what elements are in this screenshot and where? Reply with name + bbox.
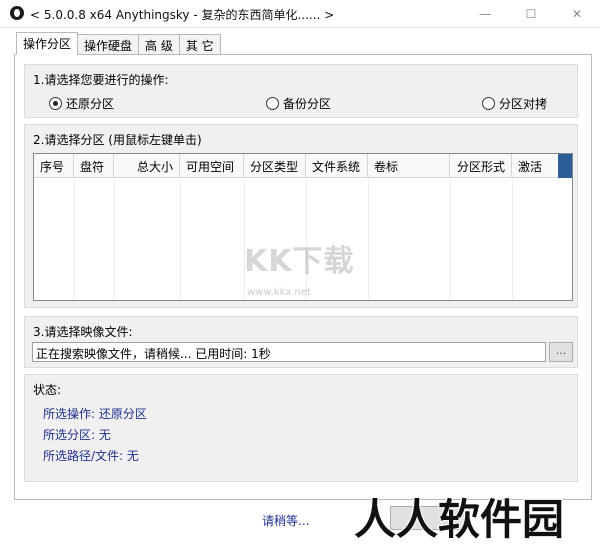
close-button[interactable]: ✕ [554,0,600,28]
kk-watermark: KK下载 [244,244,355,279]
status-label: 状态: [33,383,62,397]
progress-status: 请稍等... [262,514,310,528]
minimize-button[interactable]: — [462,0,508,28]
grid-line [368,178,369,300]
partition-group: 2.请选择分区 (用鼠标左键单击) 序号 盘符 总大小 可用空间 分区类型 文件… [24,124,578,308]
col-fs[interactable]: 文件系统 [306,154,368,177]
operation-label: 1.请选择您要进行的操作: [33,73,169,87]
tab-disk-ops[interactable]: 操作硬盘 [77,34,140,55]
renren-watermark: 人人软件园 [353,494,565,545]
kk-watermark-url: www.kkx.net [247,287,311,298]
grid-line [180,178,181,300]
col-type[interactable]: 分区类型 [244,154,306,177]
title-bar: < 5.0.0.8 x64 Anythingsky - 复杂的东西简单化....… [0,0,600,28]
radio-backup-dot[interactable] [266,97,279,110]
browse-button[interactable]: ... [549,342,573,362]
col-free[interactable]: 可用空间 [180,154,244,177]
grid-line [114,178,115,300]
image-path-input[interactable]: 正在搜索映像文件，请稍候... 已用时间: 1秒 [32,342,546,362]
radio-restore[interactable]: 还原分区 [49,95,114,112]
radio-backup[interactable]: 备份分区 [266,95,331,112]
col-label[interactable]: 卷标 [368,154,450,177]
status-partition: 所选分区: 无 [43,428,111,442]
status-path: 所选路径/文件: 无 [43,449,139,463]
radio-restore-label: 还原分区 [66,97,115,111]
maximize-button[interactable]: ☐ [508,0,554,28]
col-index[interactable]: 序号 [34,154,74,177]
col-style[interactable]: 分区形式 [450,154,512,177]
radio-copy[interactable]: 分区对拷 [482,95,547,112]
grid-line [74,178,75,300]
grid-line [450,178,451,300]
radio-backup-label: 备份分区 [283,97,332,111]
col-drive[interactable]: 盘符 [74,154,114,177]
partition-label: 2.请选择分区 (用鼠标左键单击) [33,133,202,147]
tab-partition-ops[interactable]: 操作分区 [16,32,79,55]
radio-restore-dot[interactable] [49,97,62,110]
radio-copy-label: 分区对拷 [499,97,548,111]
grid-line [512,178,513,300]
col-size[interactable]: 总大小 [114,154,180,177]
table-scroll-corner [558,154,572,178]
operation-group: 1.请选择您要进行的操作: 还原分区 备份分区 分区对拷 [24,64,578,118]
tab-strip: 操作分区 操作硬盘 高 级 其 它 [16,32,221,55]
tab-advanced[interactable]: 高 级 [138,34,180,55]
col-active[interactable]: 激活 [512,154,560,177]
status-group: 状态: 所选操作: 还原分区 所选分区: 无 所选路径/文件: 无 [24,374,578,482]
image-file-group: 3.请选择映像文件: 正在搜索映像文件，请稍候... 已用时间: 1秒 ... [24,316,578,368]
tab-other[interactable]: 其 它 [178,34,221,55]
radio-copy-dot[interactable] [482,97,495,110]
image-file-label: 3.请选择映像文件: [33,325,133,339]
app-logo-icon [10,6,24,20]
window-title: < 5.0.0.8 x64 Anythingsky - 复杂的东西简单化....… [30,8,335,22]
status-operation: 所选操作: 还原分区 [43,407,147,421]
table-header: 序号 盘符 总大小 可用空间 分区类型 文件系统 卷标 分区形式 激活 [34,154,572,178]
